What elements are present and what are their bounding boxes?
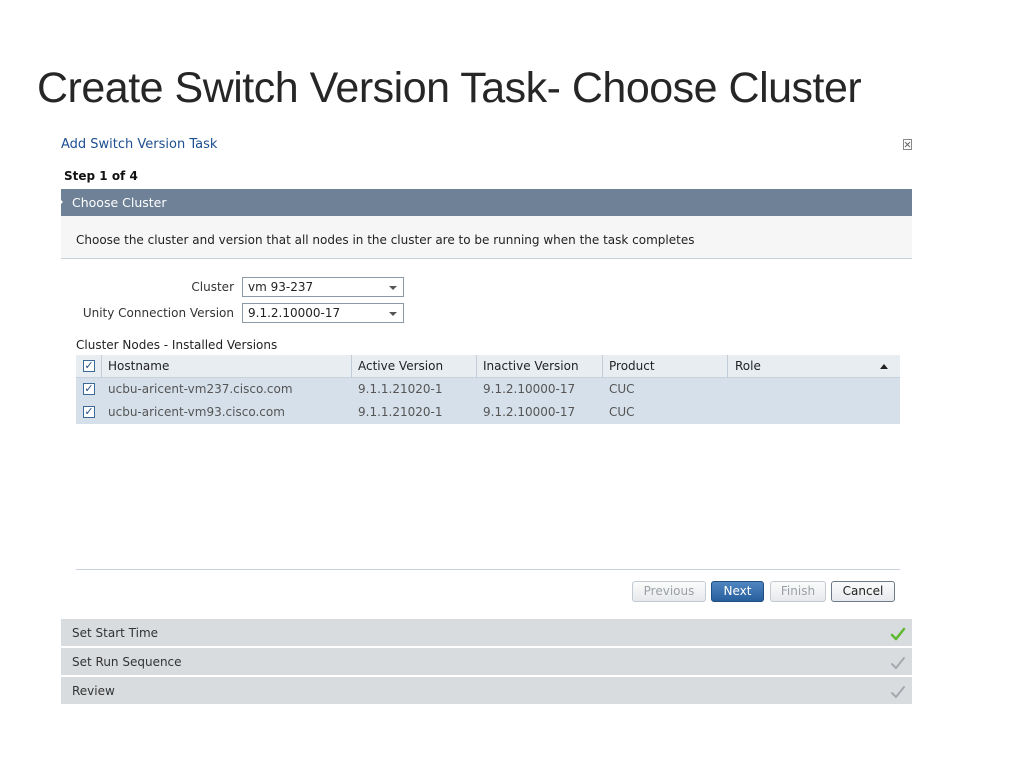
cell-hostname: ucbu-aricent-vm237.cisco.com xyxy=(108,382,293,396)
section-title: Choose Cluster xyxy=(72,195,167,210)
close-icon[interactable] xyxy=(903,139,912,150)
table-row[interactable]: ✓ ucbu-aricent-vm93.cisco.com 9.1.1.2102… xyxy=(76,401,900,424)
row-checkbox[interactable]: ✓ xyxy=(83,406,95,418)
cluster-nodes-table: ✓ Hostname Active Version Inactive Versi… xyxy=(76,355,900,424)
expand-arrow-icon xyxy=(58,197,63,207)
cluster-label: Cluster xyxy=(191,280,234,294)
cell-inactive-version: 9.1.2.10000-17 xyxy=(483,382,576,396)
version-label: Unity Connection Version xyxy=(82,306,234,320)
description-band: Choose the cluster and version that all … xyxy=(61,216,912,259)
column-header-hostname[interactable]: Hostname xyxy=(108,355,169,378)
column-divider xyxy=(602,355,603,378)
checkmark-pending-icon xyxy=(890,682,906,698)
previous-button[interactable]: Previous xyxy=(632,581,706,602)
cluster-select[interactable]: vm 93-237 xyxy=(242,277,404,297)
cell-active-version: 9.1.1.21020-1 xyxy=(358,382,443,396)
cell-hostname: ucbu-aricent-vm93.cisco.com xyxy=(108,405,285,419)
cell-product: CUC xyxy=(609,405,635,419)
cluster-select-value: vm 93-237 xyxy=(248,280,314,294)
column-divider xyxy=(101,355,102,378)
step-review[interactable]: Review xyxy=(61,676,912,704)
finish-button[interactable]: Finish xyxy=(770,581,826,602)
step-indicator: Step 1 of 4 xyxy=(64,169,138,183)
table-caption: Cluster Nodes - Installed Versions xyxy=(76,338,278,352)
step-label: Set Run Sequence xyxy=(72,655,182,669)
step-label: Set Start Time xyxy=(72,626,159,640)
column-header-inactive-version[interactable]: Inactive Version xyxy=(483,355,579,378)
cell-active-version: 9.1.1.21020-1 xyxy=(358,405,443,419)
chevron-down-icon xyxy=(389,312,397,316)
slide-title: Create Switch Version Task- Choose Clust… xyxy=(37,64,862,112)
sort-ascending-icon[interactable] xyxy=(880,364,888,369)
footer-divider xyxy=(76,569,900,570)
table-header-row: ✓ Hostname Active Version Inactive Versi… xyxy=(76,355,900,378)
column-divider xyxy=(476,355,477,378)
section-description: Choose the cluster and version that all … xyxy=(76,233,695,247)
add-switch-version-task-dialog: Add Switch Version Task Step 1 of 4 Choo… xyxy=(58,131,912,706)
column-divider xyxy=(727,355,728,378)
step-set-run-sequence[interactable]: Set Run Sequence xyxy=(61,647,912,675)
next-button[interactable]: Next xyxy=(711,581,764,602)
table-row[interactable]: ✓ ucbu-aricent-vm237.cisco.com 9.1.1.210… xyxy=(76,378,900,401)
section-header-choose-cluster[interactable]: Choose Cluster xyxy=(58,189,912,216)
cell-product: CUC xyxy=(609,382,635,396)
version-select-value: 9.1.2.10000-17 xyxy=(248,306,341,320)
column-divider xyxy=(351,355,352,378)
column-header-active-version[interactable]: Active Version xyxy=(358,355,443,378)
version-select[interactable]: 9.1.2.10000-17 xyxy=(242,303,404,323)
cancel-button[interactable]: Cancel xyxy=(831,581,895,602)
select-all-checkbox[interactable]: ✓ xyxy=(83,360,95,372)
row-checkbox[interactable]: ✓ xyxy=(83,383,95,395)
column-header-role[interactable]: Role xyxy=(735,355,761,378)
chevron-down-icon xyxy=(389,286,397,290)
step-label: Review xyxy=(72,684,115,698)
checkmark-pending-icon xyxy=(890,653,906,669)
column-header-product[interactable]: Product xyxy=(609,355,655,378)
step-set-start-time[interactable]: Set Start Time xyxy=(61,618,912,646)
dialog-title: Add Switch Version Task xyxy=(61,137,218,152)
checkmark-complete-icon xyxy=(890,624,906,641)
cell-inactive-version: 9.1.2.10000-17 xyxy=(483,405,576,419)
section-body: Choose the cluster and version that all … xyxy=(61,216,912,618)
